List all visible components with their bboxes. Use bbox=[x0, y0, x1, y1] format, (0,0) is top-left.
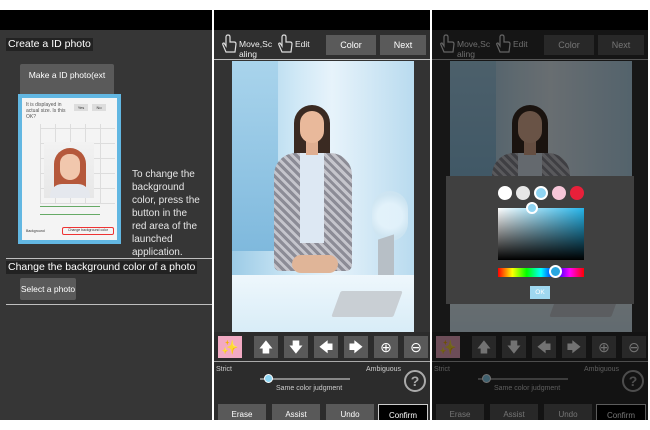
photo-canvas[interactable] bbox=[232, 61, 414, 332]
swatch-red[interactable] bbox=[570, 186, 584, 200]
color-button[interactable]: Color bbox=[326, 35, 376, 55]
woman-shirt bbox=[300, 153, 324, 243]
hue-slider[interactable] bbox=[498, 268, 584, 277]
tool-row: ✨ 🡅 🡇 🡄 🡆 ⊕ ⊖ bbox=[214, 332, 430, 362]
tolerance-slider-track[interactable] bbox=[260, 378, 350, 380]
ambiguous-label: Ambiguous bbox=[366, 366, 402, 373]
background-window bbox=[232, 61, 278, 251]
editor-bottom-controls: ✨ 🡅 🡇 🡄 🡆 ⊕ ⊖ Strict Ambiguous Same colo… bbox=[214, 332, 430, 420]
hue-slider-handle[interactable] bbox=[549, 265, 562, 278]
saturation-value-handle[interactable] bbox=[526, 202, 538, 214]
screenshot-portrait bbox=[44, 142, 94, 198]
color-picker-panel: Move,Sc aling Edit Color Next ✨ 🡅 🡇 🡄 🡆 … bbox=[432, 10, 648, 420]
undo-button[interactable]: Undo bbox=[326, 404, 374, 420]
arrow-up-icon[interactable]: 🡅 bbox=[254, 336, 278, 358]
status-bar bbox=[0, 10, 212, 30]
select-photo-button[interactable]: Select a photo bbox=[20, 278, 76, 300]
woman-hands bbox=[292, 255, 338, 273]
erase-button[interactable]: Erase bbox=[218, 404, 266, 420]
zoom-in-icon[interactable]: ⊕ bbox=[374, 336, 398, 358]
status-bar bbox=[214, 10, 430, 30]
screenshot-yes-button: Yes bbox=[74, 104, 88, 111]
app-screenshot-screen: It is displayed in actual size. Is this … bbox=[22, 98, 117, 240]
color-picker-dialog: OK bbox=[446, 176, 634, 304]
hand-edit-icon[interactable] bbox=[276, 34, 294, 54]
screenshot-change-bg-button: Change background color bbox=[62, 227, 114, 235]
section-title-create-id: Create a ID photo bbox=[6, 38, 93, 51]
swatch-pink[interactable] bbox=[552, 186, 566, 200]
section-title-change-bg: Change the background color of a photo bbox=[6, 261, 198, 274]
swatch-white[interactable] bbox=[498, 186, 512, 200]
confirm-button[interactable]: Confirm bbox=[378, 404, 428, 420]
screenshot-question: It is displayed in actual size. Is this … bbox=[26, 102, 66, 120]
ok-button[interactable]: OK bbox=[530, 286, 550, 299]
swatch-light-gray[interactable] bbox=[516, 186, 530, 200]
arrow-right-icon[interactable]: 🡆 bbox=[344, 336, 368, 358]
divider bbox=[6, 304, 212, 305]
editor-toolbar: Move,Sc aling Edit Color Next bbox=[214, 30, 430, 60]
explanation-text: To change the background color, press th… bbox=[132, 169, 200, 258]
screenshot-slider bbox=[40, 206, 100, 207]
background-plant bbox=[372, 191, 408, 241]
editor-panel: Move,Sc aling Edit Color Next ✨ 🡅 🡇 🡄 🡆 … bbox=[214, 10, 430, 420]
portrait-shoulders bbox=[50, 184, 90, 198]
saturation-value-square[interactable] bbox=[498, 208, 584, 260]
divider bbox=[6, 258, 212, 259]
app-screenshot: It is displayed in actual size. Is this … bbox=[18, 94, 121, 244]
laptop bbox=[331, 291, 403, 317]
portrait-face bbox=[60, 154, 80, 180]
assist-button[interactable]: Assist bbox=[272, 404, 320, 420]
zoom-out-icon[interactable]: ⊖ bbox=[404, 336, 428, 358]
arrow-down-icon[interactable]: 🡇 bbox=[284, 336, 308, 358]
screenshot-background-label: Background bbox=[26, 229, 45, 233]
move-scaling-label[interactable]: Move,Sc aling bbox=[239, 39, 272, 59]
swatch-light-blue[interactable] bbox=[534, 186, 548, 200]
help-icon[interactable]: ? bbox=[404, 370, 426, 392]
same-color-judgment-label: Same color judgment bbox=[276, 385, 343, 392]
next-button[interactable]: Next bbox=[380, 35, 426, 55]
edit-label[interactable]: Edit bbox=[295, 39, 310, 49]
tolerance-slider-handle[interactable] bbox=[264, 374, 273, 383]
screenshot-no-button: No bbox=[92, 104, 106, 111]
screenshot-slider bbox=[40, 214, 100, 215]
woman-face bbox=[300, 111, 324, 143]
magic-wand-icon[interactable]: ✨ bbox=[218, 336, 242, 358]
instruction-panel: Create a ID photo Make a ID photo(ext ap… bbox=[0, 10, 212, 420]
strict-label: Strict bbox=[216, 366, 232, 373]
arrow-left-icon[interactable]: 🡄 bbox=[314, 336, 338, 358]
hand-move-icon[interactable] bbox=[220, 34, 238, 54]
status-bar bbox=[432, 10, 648, 30]
woman-neck bbox=[306, 141, 318, 155]
